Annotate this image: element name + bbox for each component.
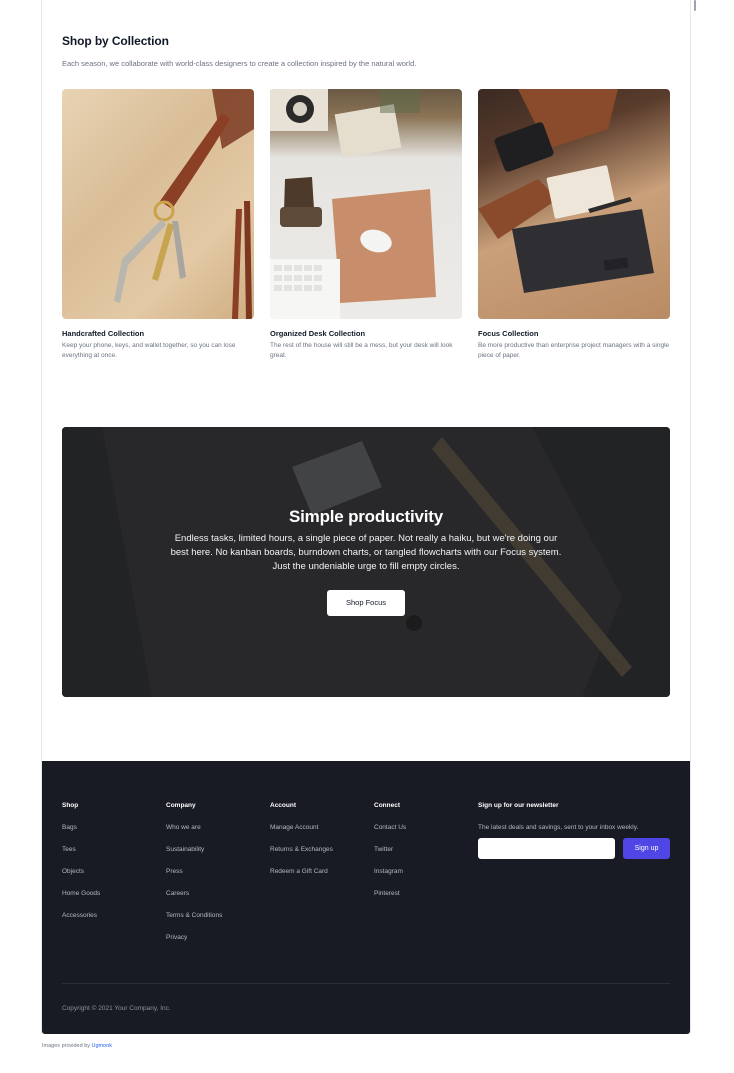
footer-link[interactable]: Redeem a Gift Card <box>270 867 333 876</box>
collection-name[interactable]: Handcrafted Collection <box>62 328 254 340</box>
sign-up-button[interactable]: Sign up <box>623 838 670 859</box>
footer-link[interactable]: Twitter <box>374 845 406 854</box>
footer-column-account: Account Manage Account Returns & Exchang… <box>270 801 333 889</box>
shop-focus-button[interactable]: Shop Focus <box>327 590 405 616</box>
collection-name[interactable]: Organized Desk Collection <box>270 328 462 340</box>
promo-title: Simple productivity <box>289 507 443 526</box>
promo-content: Simple productivity Endless tasks, limit… <box>62 507 670 616</box>
footer-heading: Account <box>270 802 296 809</box>
collections-title: Shop by Collection <box>62 34 169 48</box>
footer-heading: Shop <box>62 802 79 809</box>
focus-image[interactable] <box>478 89 670 319</box>
ugmonk-link[interactable]: Ugmonk <box>92 1043 112 1049</box>
footer-link[interactable]: Terms & Conditions <box>166 911 222 920</box>
footer-divider <box>62 983 670 984</box>
site-footer: Shop Bags Tees Objects Home Goods Access… <box>42 761 690 1034</box>
collection-card-desk[interactable]: Organized Desk Collection The rest of th… <box>270 89 462 360</box>
newsletter-title: Sign up for our newsletter <box>478 802 559 809</box>
footer-column-company: Company Who we are Sustainability Press … <box>166 801 222 955</box>
footer-link[interactable]: Returns & Exchanges <box>270 845 333 854</box>
newsletter-signup: Sign up for our newsletter The latest de… <box>478 801 670 859</box>
collections-intro: Each season, we collaborate with world-c… <box>62 59 417 68</box>
newsletter-email-input[interactable] <box>478 838 615 859</box>
footer-link[interactable]: Tees <box>62 845 100 854</box>
collection-description: The rest of the house will still be a me… <box>270 342 453 359</box>
footer-link[interactable]: Instagram <box>374 867 406 876</box>
footer-link[interactable]: Objects <box>62 867 100 876</box>
footer-link[interactable]: Press <box>166 867 222 876</box>
collection-description: Keep your phone, keys, and wallet togeth… <box>62 342 236 359</box>
footer-column-shop: Shop Bags Tees Objects Home Goods Access… <box>62 801 100 933</box>
footer-link[interactable]: Pinterest <box>374 889 406 898</box>
handcrafted-image[interactable] <box>62 89 254 319</box>
footer-link[interactable]: Home Goods <box>62 889 100 898</box>
footer-heading: Company <box>166 802 196 809</box>
footer-heading: Connect <box>374 802 400 809</box>
image-credit: Images provided by Ugmonk <box>42 1042 112 1050</box>
promo-description: Endless tasks, limited hours, a single p… <box>170 533 562 572</box>
footer-link[interactable]: Privacy <box>166 933 222 942</box>
collection-name[interactable]: Focus Collection <box>478 328 670 340</box>
footer-link[interactable]: Contact Us <box>374 823 406 832</box>
footer-link[interactable]: Careers <box>166 889 222 898</box>
collection-card-handcrafted[interactable]: Handcrafted Collection Keep your phone, … <box>62 89 254 360</box>
footer-link[interactable]: Accessories <box>62 911 100 920</box>
newsletter-text: The latest deals and savings, sent to yo… <box>478 824 639 831</box>
collections-header: Shop by Collection Each season, we colla… <box>62 33 670 70</box>
copyright-text: Copyright © 2021 Your Company, Inc. <box>62 1005 171 1012</box>
footer-link[interactable]: Who we are <box>166 823 222 832</box>
newsletter-form: Sign up <box>478 838 670 859</box>
footer-link[interactable]: Sustainability <box>166 845 222 854</box>
footer-column-connect: Connect Contact Us Twitter Instagram Pin… <box>374 801 406 911</box>
collection-description: Be more productive than enterprise proje… <box>478 342 670 359</box>
footer-link[interactable]: Bags <box>62 823 100 832</box>
collection-card-focus[interactable]: Focus Collection Be more productive than… <box>478 89 670 360</box>
promo-banner: Simple productivity Endless tasks, limit… <box>62 427 670 697</box>
desk-image[interactable] <box>270 89 462 319</box>
collection-cards: Handcrafted Collection Keep your phone, … <box>62 89 670 360</box>
footer-link[interactable]: Manage Account <box>270 823 333 832</box>
scrollbar-thumb[interactable] <box>694 0 696 11</box>
image-credit-prefix: Images provided by <box>42 1043 90 1049</box>
